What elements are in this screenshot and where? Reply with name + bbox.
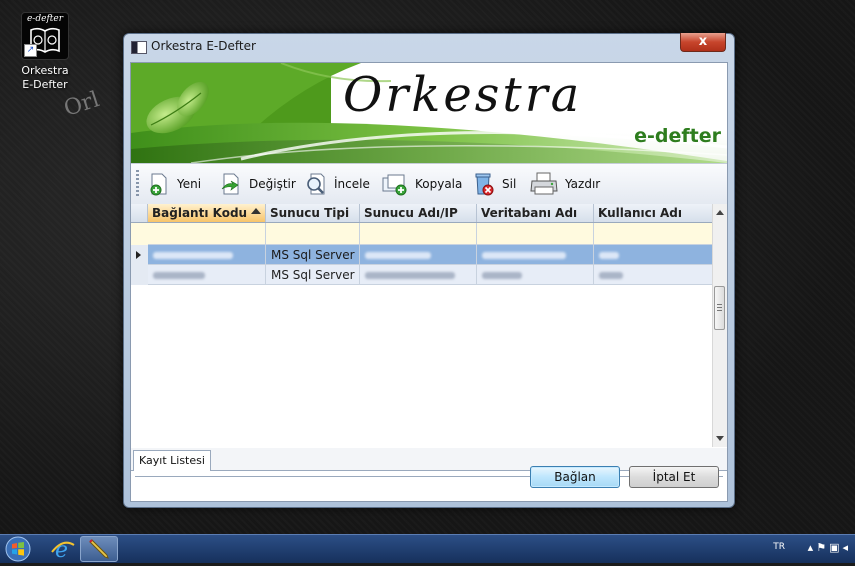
filter-cell-server-type[interactable] [266, 223, 360, 245]
filter-cell-server-name[interactable] [360, 223, 477, 245]
column-header-database-name[interactable]: Veritabanı Adı [477, 204, 594, 222]
grid-header: Bağlantı Kodu Sunucu Tipi Sunucu Adı/IP … [131, 204, 713, 223]
windows-logo-icon [5, 536, 31, 562]
start-button[interactable] [3, 535, 33, 563]
table-row[interactable]: MS Sql Server [131, 245, 713, 265]
delete-icon [472, 172, 496, 196]
window-client-area: Orkestra e-defter Yeni Değiştir İncele K… [130, 62, 728, 502]
cell-server-type[interactable]: MS Sql Server [266, 265, 360, 285]
delete-button[interactable]: Sil [472, 170, 516, 198]
cell-database-name[interactable] [477, 245, 594, 265]
language-indicator[interactable]: TR [773, 542, 785, 552]
column-header-connection-code[interactable]: Bağlantı Kodu [148, 204, 266, 222]
cell-user-name[interactable] [594, 265, 713, 285]
filter-cell-database-name[interactable] [477, 223, 594, 245]
table-row[interactable]: MS Sql Server [131, 265, 713, 285]
cell-user-name[interactable] [594, 245, 713, 265]
app-shortcut-icon: e-defter ↗ [21, 12, 69, 60]
current-row-pointer-icon [136, 251, 141, 259]
redacted-value [365, 252, 431, 259]
taskbar: e TR ▴⚑▣◂ [0, 534, 855, 563]
svg-text:e: e [55, 538, 68, 562]
row-selector-header [131, 204, 148, 222]
cell-connection-code[interactable] [148, 245, 266, 265]
banner-subtitle: e-defter [634, 125, 721, 147]
cell-server-type[interactable]: MS Sql Server [266, 245, 360, 265]
title-bar[interactable]: Orkestra E-Defter x [124, 33, 734, 60]
redacted-value [365, 272, 455, 279]
column-header-server-name[interactable]: Sunucu Adı/IP [360, 204, 477, 222]
copy-button[interactable]: Kopyala [381, 170, 462, 198]
flag-icon[interactable]: ⚑ [816, 541, 829, 554]
cell-server-name[interactable] [360, 245, 477, 265]
filter-cell-user-name[interactable] [594, 223, 713, 245]
edit-document-icon [219, 172, 243, 196]
banner-title: Orkestra [343, 67, 583, 123]
redacted-value [482, 252, 566, 259]
window-app-icon[interactable] [131, 41, 147, 54]
redacted-value [482, 272, 522, 279]
desktop-shortcut-orkestra[interactable]: e-defter ↗ Orkestra E-Defter [14, 12, 76, 92]
row-selector[interactable] [131, 245, 149, 265]
network-icon[interactable]: ▣ [829, 541, 842, 554]
scroll-up-icon[interactable] [716, 210, 724, 215]
tray-expand-icon[interactable]: ▴ [808, 541, 817, 554]
cell-database-name[interactable] [477, 265, 594, 285]
connections-grid: Bağlantı Kodu Sunucu Tipi Sunucu Adı/IP … [131, 204, 727, 447]
cell-server-name[interactable] [360, 265, 477, 285]
sort-ascending-icon [251, 208, 261, 214]
shortcut-arrow-icon: ↗ [24, 44, 37, 57]
vertical-scrollbar[interactable] [712, 204, 727, 447]
toolbar: Yeni Değiştir İncele Kopyala Sil Yazdır [131, 163, 727, 205]
cell-connection-code[interactable] [148, 265, 266, 285]
volume-icon[interactable]: ◂ [842, 541, 851, 554]
cancel-button[interactable]: İptal Et [629, 466, 719, 488]
window-title: Orkestra E-Defter [151, 39, 256, 53]
magnifier-icon [304, 172, 328, 196]
filter-cell-connection-code[interactable] [148, 223, 266, 245]
app-window: Orkestra E-Defter x Orkestra e-defter Ye… [123, 33, 735, 508]
shortcut-label: Orkestra E-Defter [21, 64, 69, 91]
taskbar-orkestra-app[interactable] [80, 536, 118, 562]
icon-badge-text: e-defter [26, 14, 64, 24]
filter-row [131, 223, 713, 245]
connect-button[interactable]: Bağlan [530, 466, 620, 488]
print-button[interactable]: Yazdır [529, 170, 600, 198]
internet-explorer-icon: e [51, 538, 75, 563]
column-header-server-type[interactable]: Sunucu Tipi [266, 204, 360, 222]
row-selector[interactable] [131, 265, 149, 285]
banner: Orkestra e-defter [131, 63, 727, 163]
copy-icon [381, 172, 407, 196]
tab-record-list[interactable]: Kayıt Listesi [133, 450, 211, 471]
scrollbar-thumb[interactable] [714, 286, 725, 330]
redacted-value [153, 272, 205, 279]
edit-button[interactable]: Değiştir [219, 170, 296, 198]
column-header-user-name[interactable]: Kullanıcı Adı [594, 204, 713, 222]
filter-row-selector [131, 223, 149, 245]
close-button[interactable]: x [680, 33, 726, 52]
redacted-value [599, 252, 619, 259]
system-tray[interactable]: ▴⚑▣◂ [808, 541, 851, 554]
redacted-value [153, 252, 233, 259]
pen-tool-icon [89, 539, 109, 559]
taskbar-internet-explorer[interactable]: e [44, 536, 82, 563]
printer-icon [529, 172, 559, 196]
scroll-down-icon[interactable] [716, 436, 724, 441]
new-button[interactable]: Yeni [147, 170, 201, 198]
toolbar-grip[interactable] [136, 170, 139, 198]
inspect-button[interactable]: İncele [304, 170, 370, 198]
redacted-value [599, 272, 623, 279]
new-document-icon [147, 172, 171, 196]
